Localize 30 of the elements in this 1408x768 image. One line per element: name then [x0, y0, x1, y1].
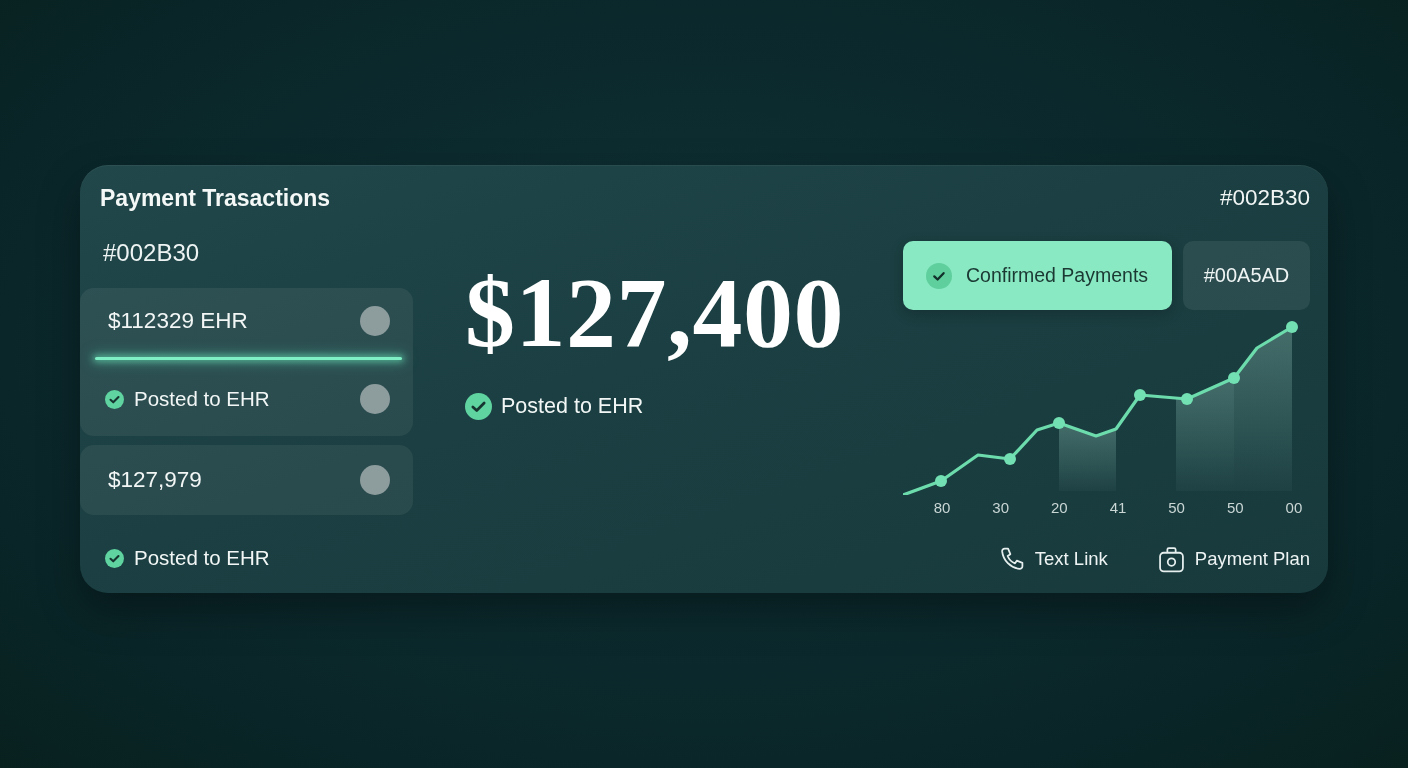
filter-tab[interactable]: Confirmed Payments: [903, 241, 1172, 310]
axis-label: 00: [1284, 499, 1304, 517]
color-code: #002B30: [1219, 185, 1310, 211]
dot-icon: [360, 465, 390, 495]
axis-label: 50: [1225, 499, 1245, 517]
dot-icon: [360, 306, 390, 336]
status-text: Posted to EHR: [134, 545, 270, 571]
amount-text: $112329 EHR: [108, 308, 248, 334]
axis-label: 20: [1049, 499, 1069, 517]
action-link[interactable]: Text Link: [997, 544, 1108, 574]
total-amount: $127,400: [465, 263, 844, 363]
action-link[interactable]: Payment Plan: [1157, 544, 1310, 574]
transaction-card[interactable]: $127,979: [80, 445, 413, 515]
check-icon: [926, 262, 952, 289]
axis-label: 80: [932, 499, 952, 517]
dot-icon: [360, 384, 390, 414]
card-title: Payment Trasactions: [100, 185, 331, 211]
check-icon: [105, 389, 124, 409]
status-text: Posted to EHR: [134, 386, 270, 412]
check-icon: [105, 548, 124, 568]
status-text: Posted to EHR: [501, 393, 644, 419]
check-icon: [465, 392, 492, 420]
filter-tab[interactable]: #00A5AD: [1183, 241, 1310, 310]
transaction-card[interactable]: $112329 EHR Posted to EHR: [80, 288, 413, 436]
color-code: #002B30: [102, 240, 200, 266]
axis-label: 41: [1108, 499, 1128, 517]
amount-text: $127,979: [108, 467, 202, 493]
axis-label: 30: [991, 499, 1010, 517]
briefcase-icon: [1157, 545, 1185, 573]
axis-label: 50: [1167, 499, 1186, 517]
